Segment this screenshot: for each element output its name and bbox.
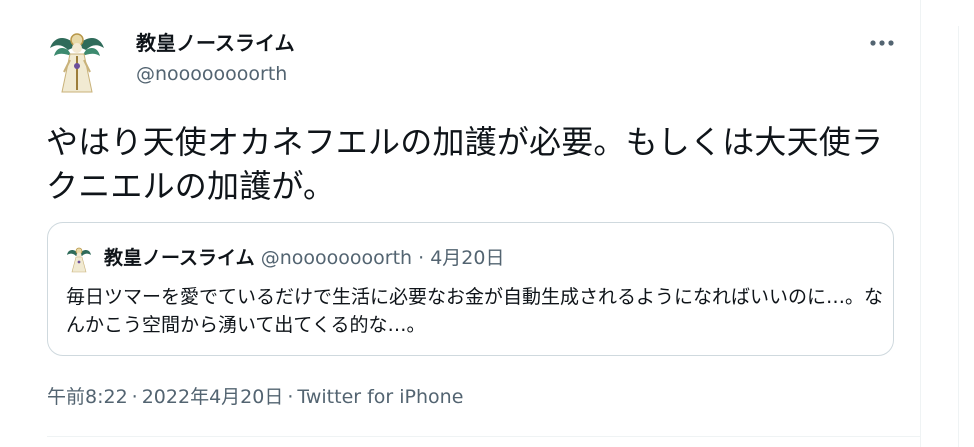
quoted-author-avatar: [66, 245, 92, 273]
quoted-date: 4月20日: [430, 247, 505, 269]
divider: [47, 436, 920, 437]
angel-figure-icon: [67, 247, 91, 273]
more-options-button[interactable]: [864, 30, 900, 56]
tweet-meta: 午前8:22 · 2022年4月20日 · Twitter for iPhone: [47, 384, 463, 410]
tweet-source[interactable]: Twitter for iPhone: [297, 386, 463, 408]
quoted-tweet-text: 毎日ツマーを愛でているだけで生活に必要なお金が自動生成されるようになればいいのに…: [66, 286, 884, 336]
tweet-text: やはり天使オカネフエルの加護が必要。もしくは大天使ラクニエルの加護が。: [46, 123, 884, 205]
more-horizontal-icon: [870, 40, 894, 46]
author-handle[interactable]: @noooooooorth: [136, 62, 287, 86]
right-sidebar-edge: [958, 26, 974, 447]
quoted-author-handle: @noooooooorth: [260, 247, 413, 269]
quoted-separator: ·: [418, 247, 425, 269]
author-avatar[interactable]: [48, 26, 106, 96]
angel-figure-icon: [50, 33, 104, 93]
quoted-tweet-card[interactable]: 教皇ノースライム @noooooooorth · 4月20日 毎日ツマーを愛でて…: [47, 222, 894, 356]
quoted-tweet-header: 教皇ノースライム @noooooooorth · 4月20日: [104, 245, 504, 271]
author-display-name[interactable]: 教皇ノースライム: [136, 30, 295, 56]
meta-separator-2: ·: [287, 386, 294, 408]
tweet-date[interactable]: 2022年4月20日: [142, 386, 284, 408]
quoted-author-name: 教皇ノースライム: [104, 247, 255, 269]
tweet-column: 教皇ノースライム @noooooooorth やはり天使オカネフエルの加護が必要…: [0, 0, 921, 447]
meta-separator: ·: [131, 386, 138, 408]
tweet-time[interactable]: 午前8:22: [47, 386, 128, 408]
